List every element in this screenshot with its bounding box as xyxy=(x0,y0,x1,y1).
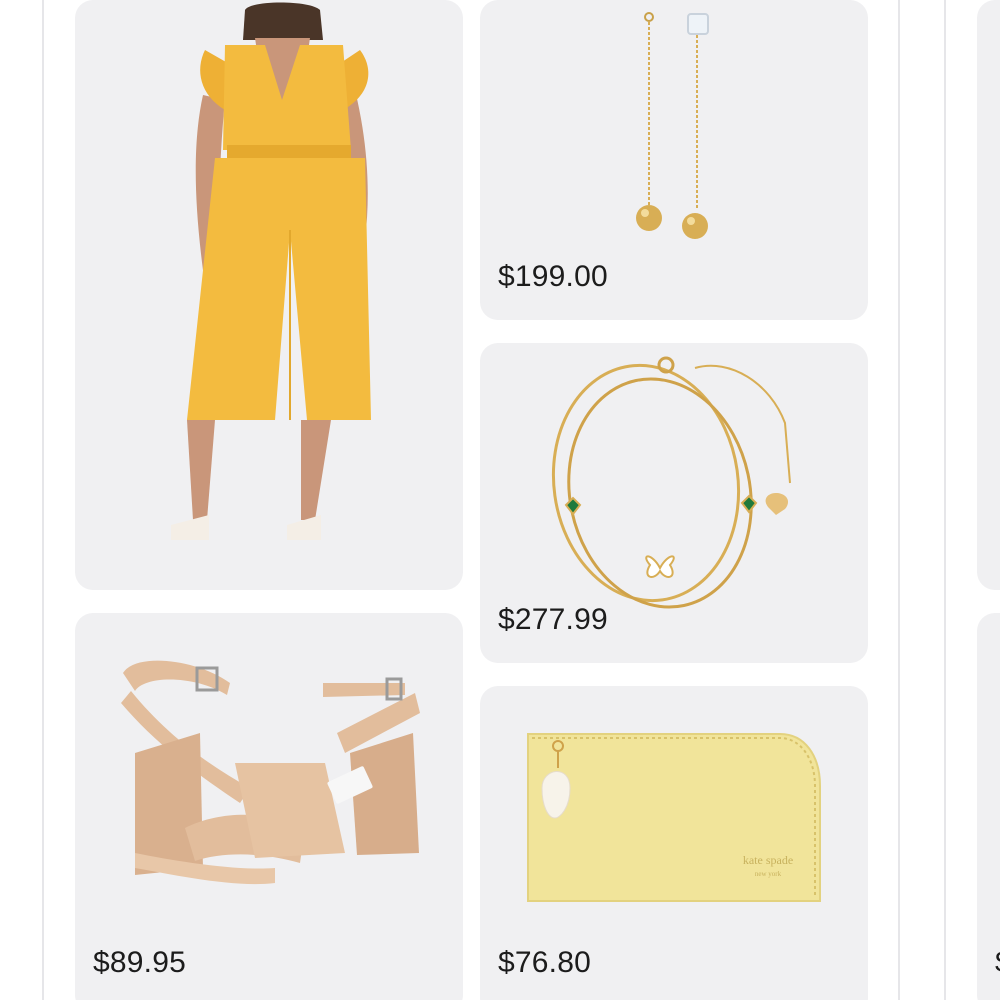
jumpsuit-image xyxy=(171,2,371,540)
price-earrings: $199.00 xyxy=(498,260,608,293)
column-divider-far-right xyxy=(944,0,946,1000)
wallet-brand-text: kate spade xyxy=(743,853,793,867)
wallet-brand-subtext: new york xyxy=(755,870,782,878)
column-divider-left xyxy=(42,0,44,1000)
product-card-partial-top[interactable] xyxy=(977,0,1000,590)
price-bracelet: $277.99 xyxy=(498,603,608,636)
product-card-earrings[interactable]: $199.00 xyxy=(480,0,868,320)
price-partial: $ xyxy=(995,946,1000,980)
column-divider-right xyxy=(898,0,900,1000)
price-wallet: $76.80 xyxy=(498,946,591,979)
product-card-sandals[interactable]: $89.95 xyxy=(75,613,463,1000)
product-grid: $199.00 $277.99 $89.95 kate spade new yo… xyxy=(0,0,1000,1000)
product-card-bracelet[interactable]: $277.99 xyxy=(480,343,868,663)
product-card-partial-bottom[interactable]: $ xyxy=(977,613,1000,1000)
sandals-image xyxy=(121,660,420,885)
product-card-wallet[interactable]: kate spade new york $76.80 xyxy=(480,686,868,1000)
price-sandals: $89.95 xyxy=(93,946,186,979)
product-card-jumpsuit[interactable] xyxy=(75,0,463,590)
